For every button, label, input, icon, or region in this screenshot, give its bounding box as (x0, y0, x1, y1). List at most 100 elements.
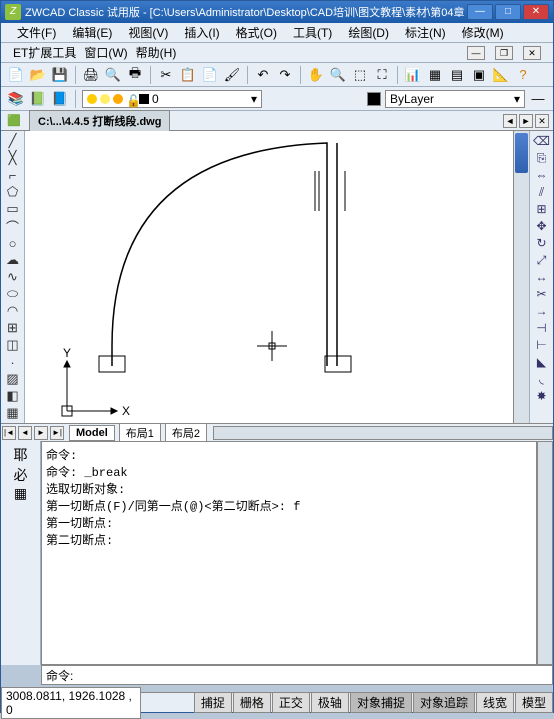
command-history[interactable]: 命令: 命令: _break 选取切断对象: 第一切断点(F)/同第一点(@)<… (41, 441, 537, 665)
open-icon[interactable]: 📂 (29, 66, 47, 84)
layermgr-icon[interactable]: 📚 (7, 90, 25, 108)
dim-icon[interactable]: 📐 (492, 66, 510, 84)
block-icon[interactable]: ◫ (4, 337, 22, 353)
pline-icon[interactable]: ⌐ (4, 167, 22, 183)
zoomwin-icon[interactable]: ⬚ (351, 66, 369, 84)
copy-icon[interactable]: 📋 (179, 66, 197, 84)
mirror-icon[interactable]: ⇔ (533, 167, 551, 183)
sheet-icon[interactable]: ▤ (448, 66, 466, 84)
chamfer-icon[interactable]: ◣ (533, 354, 551, 370)
polar-button[interactable]: 极轴 (311, 692, 349, 713)
xline-icon[interactable]: ╳ (4, 150, 22, 166)
tab-close-button[interactable]: ✕ (535, 114, 549, 128)
offset-icon[interactable]: ⫽ (533, 184, 551, 200)
help-icon[interactable]: ? (514, 66, 532, 84)
plot-icon[interactable]: 🖶 (126, 66, 144, 84)
menu-modify[interactable]: 修改(M) (458, 22, 508, 43)
ellipse-icon[interactable]: ⬭ (4, 286, 22, 302)
layerprev-icon[interactable]: 📗 (29, 90, 47, 108)
rect-icon[interactable]: ▭ (4, 201, 22, 217)
layout2-tab[interactable]: 布局2 (165, 423, 207, 443)
tab-last-button[interactable]: ►| (50, 426, 64, 440)
menu-view[interactable]: 视图(V) (124, 22, 172, 43)
cmd-tool2-icon[interactable]: 必 (12, 465, 30, 483)
matchprop-icon[interactable]: 🖌 (223, 66, 241, 84)
menu-file[interactable]: 文件(F) (13, 22, 60, 43)
menu-draw[interactable]: 绘图(D) (344, 22, 393, 43)
paste-icon[interactable]: 📄 (201, 66, 219, 84)
hatch-icon[interactable]: ▨ (4, 371, 22, 387)
document-tab[interactable]: C:\...\4.4.5 打断线段.dwg (29, 110, 170, 131)
undo-icon[interactable]: ↶ (254, 66, 272, 84)
erase-icon[interactable]: ⌫ (533, 133, 551, 149)
spline-icon[interactable]: ∿ (4, 269, 22, 285)
table-icon[interactable]: ▦ (4, 405, 22, 421)
lwt-button[interactable]: 线宽 (476, 692, 514, 713)
vertical-scrollbar[interactable] (513, 131, 529, 423)
line-icon[interactable]: ╱ (4, 133, 22, 149)
cut-icon[interactable]: ✂ (157, 66, 175, 84)
tab-prev-button[interactable]: ◄ (18, 426, 32, 440)
bylayer-dropdown[interactable]: ByLayer ▾ (385, 90, 525, 108)
layout1-tab[interactable]: 布局1 (119, 423, 161, 443)
minimize-button[interactable]: — (467, 4, 493, 20)
props-icon[interactable]: 📊 (404, 66, 422, 84)
tab-first-button[interactable]: |◄ (2, 426, 16, 440)
menu-edit[interactable]: 编辑(E) (68, 22, 116, 43)
insert-icon[interactable]: ⊞ (4, 320, 22, 336)
menu-et[interactable]: ET扩展工具 (13, 44, 76, 61)
trim-icon[interactable]: ✂ (533, 286, 551, 302)
maximize-button[interactable]: □ (495, 4, 521, 20)
layerstate-icon[interactable]: 📘 (51, 90, 69, 108)
cmd-tool3-icon[interactable]: ▦ (12, 485, 30, 503)
circle-icon[interactable]: ○ (4, 235, 22, 251)
drawing-canvas[interactable]: X Y (25, 131, 529, 423)
model-button[interactable]: 模型 (515, 692, 553, 713)
command-scrollbar[interactable] (537, 441, 553, 665)
tab-next-button[interactable]: ► (34, 426, 48, 440)
region-icon[interactable]: ◧ (4, 388, 22, 404)
tab-prev-button[interactable]: ◄ (503, 114, 517, 128)
menu-insert[interactable]: 插入(I) (180, 22, 223, 43)
menu-format[interactable]: 格式(O) (232, 22, 281, 43)
mdi-close-button[interactable]: ✕ (523, 46, 541, 60)
arc-icon[interactable]: ⌒ (4, 218, 22, 234)
print-icon[interactable]: 🖨 (82, 66, 100, 84)
break-icon[interactable]: ⊣ (533, 320, 551, 336)
otrack-button[interactable]: 对象追踪 (413, 692, 475, 713)
pan-icon[interactable]: ✋ (307, 66, 325, 84)
redo-icon[interactable]: ↷ (276, 66, 294, 84)
tab-next-button[interactable]: ► (519, 114, 533, 128)
zoomext-icon[interactable]: ⛶ (373, 66, 391, 84)
horizontal-scrollbar[interactable] (213, 426, 553, 440)
menu-window[interactable]: 窗口(W) (84, 44, 127, 61)
fillet-icon[interactable]: ◟ (533, 371, 551, 387)
coordinates-display[interactable]: 3008.0811, 1926.1028 , 0 (1, 687, 141, 719)
toolpal-icon[interactable]: ▦ (426, 66, 444, 84)
preview-icon[interactable]: 🔍 (104, 66, 122, 84)
explode-icon[interactable]: ✸ (533, 388, 551, 404)
snap-button[interactable]: 捕捉 (194, 692, 232, 713)
ellarc-icon[interactable]: ◠ (4, 303, 22, 319)
color-box[interactable] (367, 92, 381, 106)
menu-tools[interactable]: 工具(T) (289, 22, 336, 43)
join-icon[interactable]: ⊢ (533, 337, 551, 353)
close-button[interactable]: ✕ (523, 4, 549, 20)
scale-icon[interactable]: ⤢ (533, 252, 551, 268)
move-icon[interactable]: ✥ (533, 218, 551, 234)
revcloud-icon[interactable]: ☁ (4, 252, 22, 268)
polygon-icon[interactable]: ⬠ (4, 184, 22, 200)
grid-button[interactable]: 栅格 (233, 692, 271, 713)
stretch-icon[interactable]: ↔ (533, 269, 551, 285)
layer-dropdown[interactable]: 🔓 0 ▾ (82, 90, 262, 108)
command-input[interactable] (77, 668, 552, 682)
menu-help[interactable]: 帮助(H) (136, 44, 177, 61)
ortho-button[interactable]: 正交 (272, 692, 310, 713)
calc-icon[interactable]: ▣ (470, 66, 488, 84)
extend-icon[interactable]: → (533, 303, 551, 319)
rotate-icon[interactable]: ↻ (533, 235, 551, 251)
model-tab[interactable]: Model (69, 425, 115, 441)
zoom-icon[interactable]: 🔍 (329, 66, 347, 84)
point-icon[interactable]: · (4, 354, 22, 370)
save-icon[interactable]: 💾 (51, 66, 69, 84)
